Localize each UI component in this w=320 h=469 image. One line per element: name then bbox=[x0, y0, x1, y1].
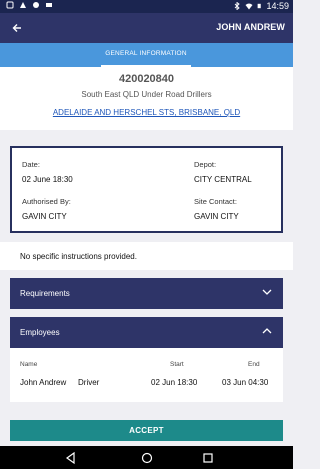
depot-field: Depot: CITY CENTRAL bbox=[194, 160, 252, 184]
user-name[interactable]: JOHN ANDREW bbox=[216, 22, 285, 32]
column-header-name: Name bbox=[20, 361, 38, 368]
instructions-text: No specific instructions provided. bbox=[0, 242, 293, 270]
date-value: 02 June 18:30 bbox=[22, 175, 73, 184]
column-header-start: Start bbox=[170, 361, 184, 368]
bluetooth-icon bbox=[235, 2, 241, 10]
tab-general-information[interactable]: GENERAL INFORMATION bbox=[101, 43, 191, 67]
status-bar-left-icons bbox=[6, 1, 53, 9]
depot-value: CITY CENTRAL bbox=[194, 175, 252, 184]
requirements-accordion[interactable]: Requirements bbox=[10, 278, 283, 309]
authorised-label: Authorised By: bbox=[22, 197, 71, 206]
status-bar-right-icons: 14:59 bbox=[233, 1, 289, 11]
wifi-icon bbox=[245, 3, 253, 10]
depot-label: Depot: bbox=[194, 160, 217, 169]
employees-title: Employees bbox=[20, 328, 60, 337]
message-icon bbox=[46, 3, 52, 7]
chevron-up-icon bbox=[262, 328, 272, 334]
date-label: Date: bbox=[22, 160, 40, 169]
column-header-end: End bbox=[248, 361, 260, 368]
job-subtitle: South East QLD Under Road Drillers bbox=[81, 90, 212, 99]
date-field: Date: 02 June 18:30 bbox=[22, 160, 73, 184]
job-details-box: Date: 02 June 18:30 Depot: CITY CENTRAL … bbox=[10, 146, 283, 233]
nav-recents-icon[interactable] bbox=[201, 451, 215, 465]
job-header: 420020840 South East QLD Under Road Dril… bbox=[0, 67, 293, 130]
employees-table: Name Start End John Andrew Driver 02 Jun… bbox=[10, 348, 283, 402]
signal-app-icon bbox=[20, 2, 26, 8]
back-button[interactable] bbox=[8, 19, 26, 37]
chevron-down-icon bbox=[262, 289, 272, 295]
back-arrow-icon bbox=[12, 24, 21, 32]
site-contact-value: GAVIN CITY bbox=[194, 212, 239, 221]
nav-back-icon[interactable] bbox=[64, 451, 78, 465]
authorised-field: Authorised By: GAVIN CITY bbox=[22, 197, 71, 221]
system-nav-bar bbox=[0, 446, 293, 469]
accept-button[interactable]: ACCEPT bbox=[10, 420, 283, 441]
employee-role: Driver bbox=[78, 378, 100, 387]
status-time: 14:59 bbox=[266, 1, 289, 11]
employee-name: John Andrew bbox=[20, 378, 67, 387]
nav-home-icon[interactable] bbox=[140, 451, 154, 465]
data-icon bbox=[33, 2, 39, 8]
notification-icon bbox=[6, 1, 14, 9]
site-contact-field: Site Contact: GAVIN CITY bbox=[194, 197, 239, 221]
job-number: 420020840 bbox=[118, 73, 175, 85]
employee-start: 02 Jun 18:30 bbox=[151, 378, 198, 387]
tab-bar: GENERAL INFORMATION bbox=[0, 43, 293, 67]
status-bar: 14:59 bbox=[0, 0, 293, 13]
battery-icon bbox=[258, 3, 262, 9]
employee-end: 03 Jun 04:30 bbox=[222, 378, 269, 387]
authorised-value: GAVIN CITY bbox=[22, 212, 67, 221]
job-address-link[interactable]: ADELAIDE AND HERSCHEL STS, BRISBANE, QLD bbox=[0, 108, 293, 117]
requirements-title: Requirements bbox=[20, 289, 70, 298]
site-contact-label: Site Contact: bbox=[194, 197, 237, 206]
employees-accordion[interactable]: Employees bbox=[10, 317, 283, 348]
app-bar: JOHN ANDREW bbox=[0, 13, 293, 43]
